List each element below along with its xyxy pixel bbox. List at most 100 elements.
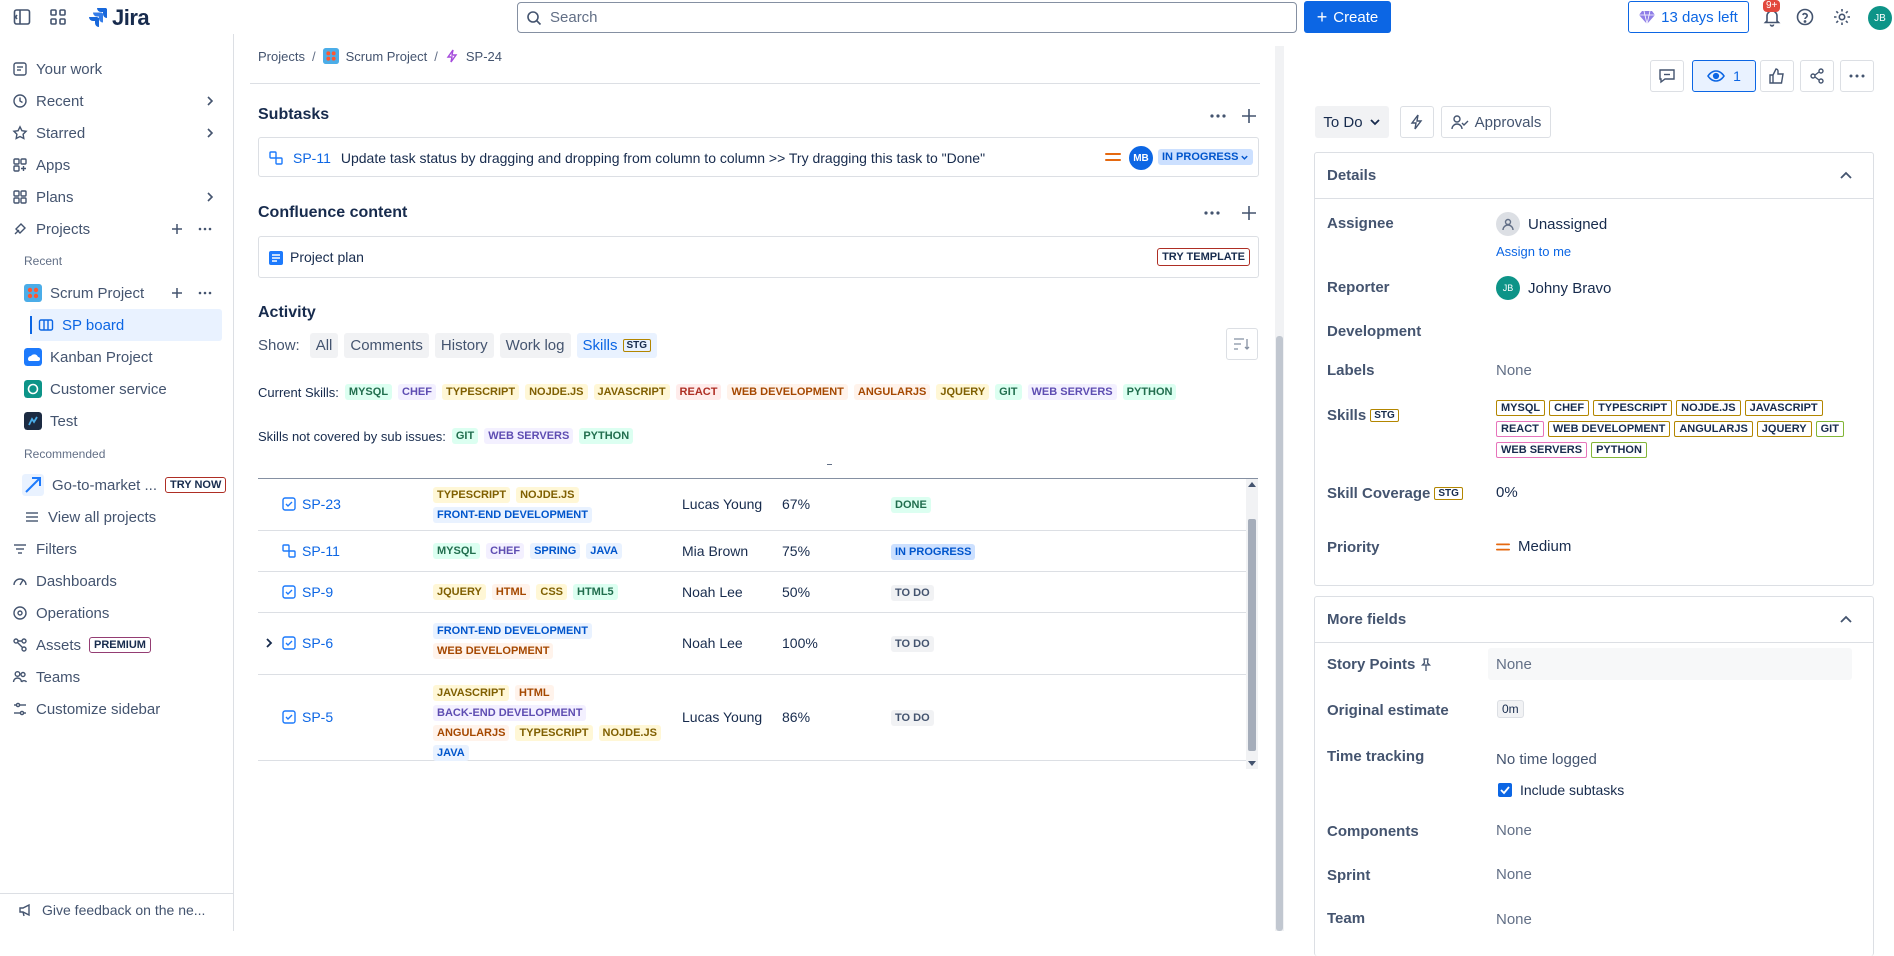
sidebar-item-go-to-market[interactable]: Go-to-market ... TRY NOW bbox=[22, 471, 227, 499]
time-tracking-value[interactable]: No time logged bbox=[1496, 751, 1597, 768]
chevron-up-icon[interactable] bbox=[1839, 613, 1853, 627]
include-subtasks-checkbox[interactable]: Include subtasks bbox=[1498, 782, 1624, 798]
sprint-value[interactable]: None bbox=[1496, 866, 1532, 883]
subtasks-more-icon[interactable] bbox=[1208, 106, 1228, 126]
filter-all-button[interactable]: All bbox=[309, 333, 339, 358]
components-value[interactable]: None bbox=[1496, 822, 1532, 839]
sidebar-item-recent[interactable]: Recent bbox=[12, 87, 84, 115]
issue-key-link[interactable]: SP-5 bbox=[282, 709, 333, 725]
original-estimate-value[interactable]: 0m bbox=[1497, 700, 1524, 718]
sidebar-item-starred[interactable]: Starred bbox=[12, 119, 85, 147]
table-row[interactable]: SP-5 JAVASCRIPT HTML BACK-END DEVELOPMENT AN… bbox=[258, 675, 1246, 761]
issue-key-link[interactable]: SP-9 bbox=[282, 584, 333, 600]
scroll-up-icon[interactable] bbox=[1248, 481, 1256, 487]
app-switcher-icon[interactable] bbox=[48, 7, 68, 27]
pin-icon[interactable] bbox=[1419, 657, 1433, 672]
confluence-page-title[interactable]: Project plan bbox=[290, 249, 364, 265]
sidebar-item-apps[interactable]: Apps bbox=[12, 151, 70, 179]
status-dropdown[interactable]: To Do bbox=[1315, 106, 1389, 138]
filter-comments-button[interactable]: Comments bbox=[344, 333, 429, 358]
try-template-button[interactable]: TRY TEMPLATE bbox=[1157, 248, 1250, 266]
trial-button[interactable]: 13 days left bbox=[1628, 1, 1749, 33]
confluence-card[interactable]: Project plan TRY TEMPLATE bbox=[258, 236, 1259, 278]
team-value[interactable]: None bbox=[1496, 911, 1532, 928]
more-icon[interactable] bbox=[198, 286, 212, 300]
sidebar-item-sp-board[interactable]: SP board bbox=[38, 311, 124, 339]
skills-field[interactable]: MYSQL CHEF TYPESCRIPT NOJDE.JS JAVASCRIPT REA… bbox=[1496, 400, 1846, 458]
sidebar-item-your-work[interactable]: Your work bbox=[12, 55, 102, 83]
scroll-down-icon[interactable] bbox=[1248, 761, 1256, 767]
search-input[interactable]: Search bbox=[517, 2, 1297, 33]
table-row[interactable]: SP-6 FRONT-END DEVELOPMENT WEB DEVELOPMENT… bbox=[258, 613, 1246, 675]
like-button[interactable] bbox=[1760, 60, 1794, 92]
chevron-right-icon[interactable] bbox=[204, 95, 216, 107]
subtask-status-dropdown[interactable]: IN PROGRESS bbox=[1158, 149, 1254, 165]
sidebar-item-scrum-project[interactable]: Scrum Project bbox=[24, 279, 144, 307]
user-avatar[interactable]: JB bbox=[1868, 6, 1892, 30]
table-row[interactable]: SP-23 TYPESCRIPT NOJDE.JS FRONT-END DEVELOP… bbox=[258, 479, 1246, 531]
settings-gear-icon[interactable] bbox=[1832, 7, 1852, 27]
main-scrollbar-thumb[interactable] bbox=[1276, 336, 1283, 931]
sidebar-item-test[interactable]: Test bbox=[24, 407, 78, 435]
sidebar-item-dashboards[interactable]: Dashboards bbox=[12, 567, 117, 595]
assign-to-me-link[interactable]: Assign to me bbox=[1496, 244, 1571, 259]
table-row[interactable]: SP-11 MYSQL CHEF SPRING JAVA Mia Brown 75% IN P… bbox=[258, 531, 1246, 572]
add-confluence-icon[interactable] bbox=[1240, 204, 1258, 222]
feedback-button[interactable]: Give feedback on the ne... bbox=[18, 896, 205, 924]
issue-key-link[interactable]: SP-11 bbox=[282, 543, 340, 559]
sidebar-item-customize[interactable]: Customize sidebar bbox=[12, 695, 160, 723]
add-project-icon[interactable] bbox=[170, 222, 184, 236]
subtask-key[interactable]: SP-11 bbox=[293, 150, 331, 166]
watch-button[interactable]: 1 bbox=[1692, 60, 1756, 92]
table-scrollbar-thumb[interactable] bbox=[1248, 519, 1256, 751]
more-fields-header[interactable]: More fields bbox=[1315, 597, 1873, 643]
table-row[interactable]: SP-9 JQUERY HTML CSS HTML5 Noah Lee 50% TO DO bbox=[258, 572, 1246, 613]
create-button[interactable]: + Create bbox=[1304, 1, 1391, 33]
resize-handle[interactable] bbox=[827, 464, 832, 465]
sidebar-toggle-icon[interactable] bbox=[12, 7, 32, 27]
issue-key-link[interactable]: SP-6 bbox=[282, 635, 333, 651]
approvals-button[interactable]: Approvals bbox=[1441, 106, 1551, 138]
confluence-more-icon[interactable] bbox=[1202, 203, 1222, 223]
breadcrumb-projects[interactable]: Projects bbox=[258, 49, 305, 64]
filter-worklog-button[interactable]: Work log bbox=[499, 333, 571, 358]
chevron-up-icon[interactable] bbox=[1839, 169, 1853, 183]
more-icon[interactable] bbox=[198, 222, 212, 236]
sidebar-item-assets[interactable]: Assets PREMIUM bbox=[12, 631, 151, 659]
try-now-badge[interactable]: TRY NOW bbox=[165, 477, 227, 493]
help-icon[interactable] bbox=[1795, 7, 1815, 27]
add-icon[interactable] bbox=[170, 286, 184, 300]
sidebar-item-view-all-projects[interactable]: View all projects bbox=[24, 503, 156, 531]
jira-logo[interactable]: Jira bbox=[88, 5, 150, 31]
sidebar-item-kanban-project[interactable]: Kanban Project bbox=[24, 343, 153, 371]
share-button[interactable] bbox=[1800, 60, 1834, 92]
sidebar-item-plans[interactable]: Plans bbox=[12, 183, 74, 211]
labels-value[interactable]: None bbox=[1496, 362, 1532, 379]
sidebar-item-operations[interactable]: Operations bbox=[12, 599, 109, 627]
more-actions-button[interactable] bbox=[1840, 60, 1874, 92]
priority-field[interactable]: Medium bbox=[1496, 538, 1571, 555]
subtask-card[interactable]: SP-11 Update task status by dragging and… bbox=[258, 137, 1259, 177]
sidebar-item-projects[interactable]: Projects bbox=[12, 215, 90, 243]
chevron-right-icon[interactable] bbox=[204, 127, 216, 139]
reporter-field[interactable]: JB Johny Bravo bbox=[1496, 276, 1611, 300]
sidebar-item-teams[interactable]: Teams bbox=[12, 663, 80, 691]
breadcrumb-project[interactable]: Scrum Project bbox=[346, 49, 428, 64]
story-points-input[interactable] bbox=[1488, 648, 1852, 680]
issue-key-link[interactable]: SP-23 bbox=[282, 496, 341, 512]
expand-chevron-icon[interactable] bbox=[264, 638, 274, 648]
breadcrumb-issue[interactable]: SP-24 bbox=[466, 49, 502, 64]
add-subtask-icon[interactable] bbox=[1240, 107, 1258, 125]
feedback-icon-button[interactable] bbox=[1650, 60, 1684, 92]
assignee-field[interactable]: Unassigned bbox=[1496, 212, 1607, 236]
filter-history-button[interactable]: History bbox=[434, 333, 494, 358]
subtask-summary[interactable]: Update task status by dragging and dropp… bbox=[341, 150, 985, 166]
filter-skills-button[interactable]: Skills STG bbox=[576, 333, 658, 358]
sort-button[interactable] bbox=[1226, 328, 1258, 360]
sidebar-item-customer-service[interactable]: Customer service bbox=[24, 375, 167, 403]
assignee-avatar[interactable]: MB bbox=[1129, 146, 1153, 170]
chevron-right-icon[interactable] bbox=[204, 191, 216, 203]
details-header[interactable]: Details bbox=[1315, 153, 1873, 199]
automation-button[interactable] bbox=[1400, 106, 1434, 138]
sidebar-item-filters[interactable]: Filters bbox=[12, 535, 77, 563]
